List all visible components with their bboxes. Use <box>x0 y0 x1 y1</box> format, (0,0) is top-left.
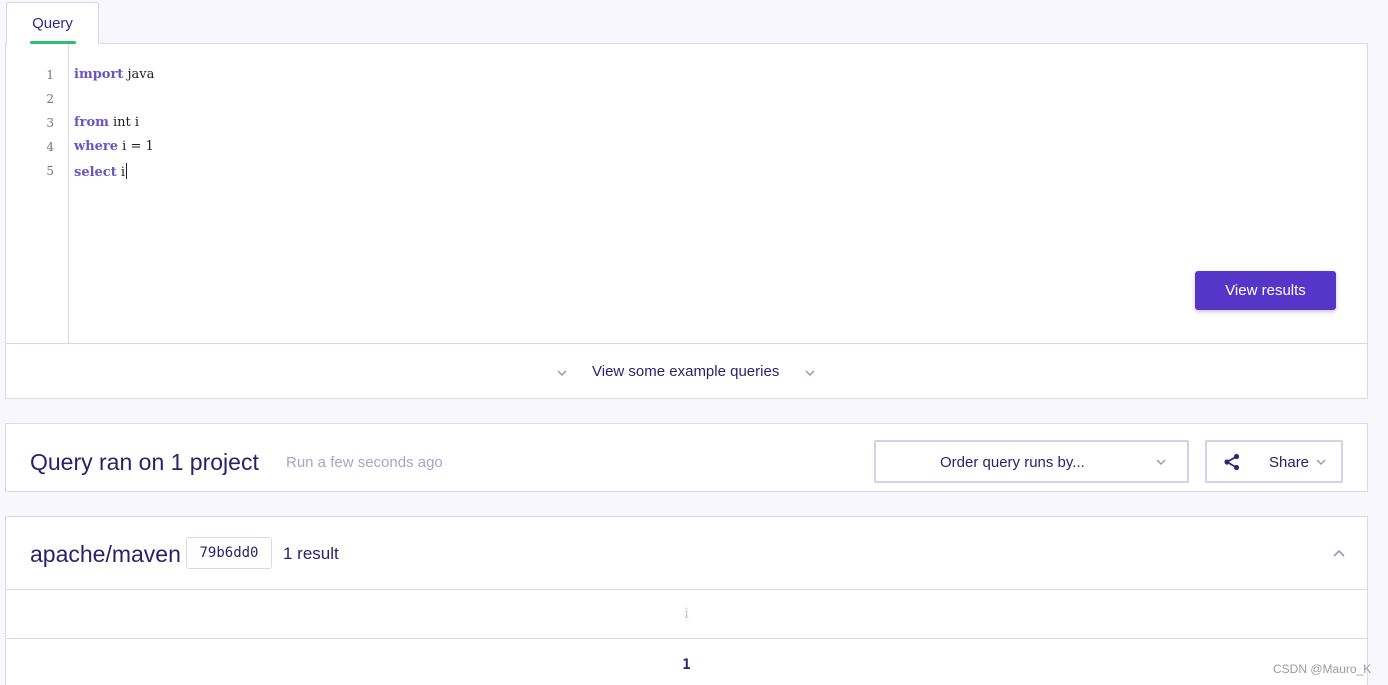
order-query-runs-dropdown[interactable]: Order query runs by... <box>874 440 1189 483</box>
code-line[interactable]: from int i <box>74 115 139 130</box>
result-count: 1 result <box>283 544 339 563</box>
tab-query-label: Query <box>32 15 73 32</box>
project-result-panel: apache/maven 79b6dd0 1 result i 1 <box>5 516 1368 685</box>
view-results-button[interactable]: View results <box>1195 271 1336 310</box>
run-timestamp: Run a few seconds ago <box>286 454 443 471</box>
tab-active-indicator <box>30 41 76 44</box>
query-editor-panel: 1 2 3 4 5 import java from int i where i… <box>5 43 1368 399</box>
tab-query[interactable]: Query <box>6 2 99 44</box>
code-keyword: select <box>74 165 117 180</box>
query-run-summary: Query ran on 1 project Run a few seconds… <box>5 423 1368 492</box>
text-cursor <box>126 163 128 179</box>
chevron-down-icon <box>805 370 815 377</box>
share-button[interactable]: Share <box>1205 440 1343 483</box>
results-table-header: i <box>6 589 1367 639</box>
chevron-up-icon[interactable] <box>1332 548 1346 558</box>
code-keyword: where <box>74 139 119 154</box>
watermark: CSDN @Mauro_K <box>1273 662 1372 676</box>
column-header[interactable]: i <box>6 606 1367 622</box>
repository-name[interactable]: apache/maven <box>30 541 181 568</box>
share-button-label: Share <box>1269 454 1310 471</box>
example-queries-link[interactable]: View some example queries <box>592 363 779 380</box>
code-keyword: import <box>74 67 124 82</box>
code-text: java <box>123 67 155 82</box>
code-text: int i <box>108 115 140 130</box>
chevron-down-icon <box>1316 459 1326 466</box>
share-icon <box>1224 453 1240 471</box>
line-number: 3 <box>46 116 54 130</box>
order-dropdown-label: Order query runs by... <box>940 454 1085 471</box>
line-number: 4 <box>46 140 54 154</box>
commit-badge[interactable]: 79b6dd0 <box>186 537 272 569</box>
chevron-down-icon <box>557 370 567 377</box>
code-line[interactable]: where i = 1 <box>74 139 154 154</box>
chevron-down-icon <box>1156 459 1166 466</box>
line-number-gutter: 1 2 3 4 5 <box>6 44 69 343</box>
code-line[interactable]: import java <box>74 67 154 82</box>
code-text: i = 1 <box>118 139 154 154</box>
code-keyword: from <box>74 115 109 130</box>
code-text: i <box>116 165 126 180</box>
run-summary-title: Query ran on 1 project <box>30 449 259 475</box>
example-queries-toggle[interactable]: View some example queries <box>6 343 1367 399</box>
line-number: 2 <box>46 92 54 106</box>
code-line[interactable]: select i <box>74 163 128 180</box>
line-number: 1 <box>46 68 54 82</box>
table-cell[interactable]: 1 <box>6 657 1367 673</box>
line-number: 5 <box>46 164 54 178</box>
